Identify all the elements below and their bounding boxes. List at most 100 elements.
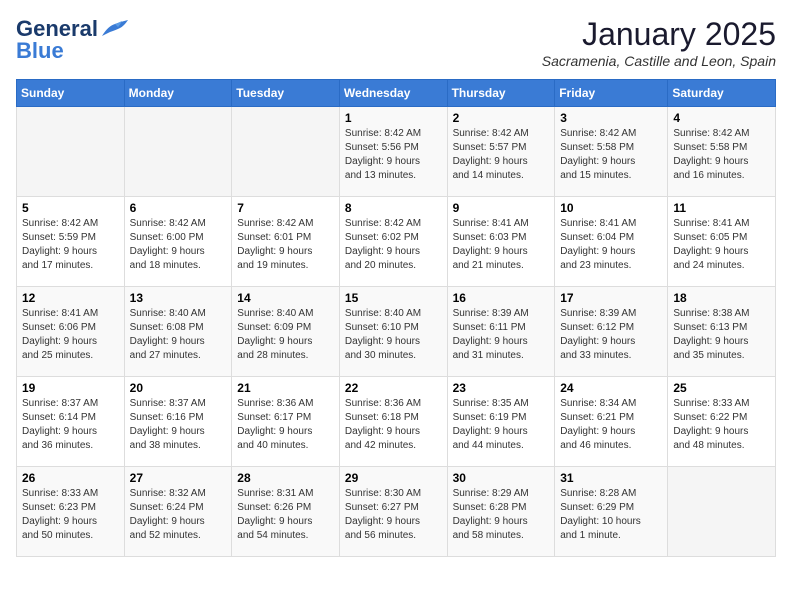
calendar-day-4: 4 Sunrise: 8:42 AM Sunset: 5:58 PM Daylig… — [668, 107, 776, 197]
logo-blue: Blue — [16, 38, 64, 64]
calendar-day-31: 31 Sunrise: 8:28 AM Sunset: 6:29 PM Dayli… — [555, 467, 668, 557]
weekday-header-tuesday: Tuesday — [232, 80, 340, 107]
day-number: 11 — [673, 201, 770, 215]
day-info: Sunrise: 8:35 AM Sunset: 6:19 PM Dayligh… — [453, 397, 550, 453]
calendar-empty-cell — [668, 467, 776, 557]
calendar-day-25: 25Sunrise: 8:33 AM Sunset: 6:22 PM Dayli… — [668, 377, 776, 467]
calendar-day-15: 15Sunrise: 8:40 AM Sunset: 6:10 PM Dayli… — [339, 287, 447, 377]
calendar-day-18: 18Sunrise: 8:38 AM Sunset: 6:13 PM Dayli… — [668, 287, 776, 377]
day-info: Sunrise: 8:30 AM Sunset: 6:27 PM Dayligh… — [345, 487, 442, 543]
day-info: Sunrise: 8:33 AM Sunset: 6:23 PM Dayligh… — [22, 487, 119, 543]
weekday-header-saturday: Saturday — [668, 80, 776, 107]
logo: General Blue — [16, 16, 130, 64]
calendar-day-28: 28Sunrise: 8:31 AM Sunset: 6:26 PM Dayli… — [232, 467, 340, 557]
day-number: 10 — [560, 201, 662, 215]
day-number: 7 — [237, 201, 334, 215]
day-info: Sunrise: 8:41 AM Sunset: 6:05 PM Dayligh… — [673, 217, 770, 273]
day-number: 5 — [22, 201, 119, 215]
calendar-day-21: 21 Sunrise: 8:36 AM Sunset: 6:17 PM Dayli… — [232, 377, 340, 467]
day-number: 16 — [453, 291, 550, 305]
calendar-empty-cell — [232, 107, 340, 197]
day-info: Sunrise: 8:42 AM Sunset: 6:00 PM Dayligh… — [130, 217, 227, 273]
calendar-week-row: 5 Sunrise: 8:42 AM Sunset: 5:59 PM Daylig… — [17, 197, 776, 287]
day-info: Sunrise: 8:42 AM Sunset: 5:58 PM Dayligh… — [560, 127, 662, 183]
day-info: Sunrise: 8:28 AM Sunset: 6:29 PM Dayligh… — [560, 487, 662, 543]
weekday-header-friday: Friday — [555, 80, 668, 107]
calendar-day-30: 30Sunrise: 8:29 AM Sunset: 6:28 PM Dayli… — [447, 467, 555, 557]
day-info: Sunrise: 8:40 AM Sunset: 6:10 PM Dayligh… — [345, 307, 442, 363]
calendar-empty-cell — [17, 107, 125, 197]
day-number: 23 — [453, 381, 550, 395]
calendar-day-17: 17 Sunrise: 8:39 AM Sunset: 6:12 PM Dayli… — [555, 287, 668, 377]
day-info: Sunrise: 8:41 AM Sunset: 6:04 PM Dayligh… — [560, 217, 662, 273]
calendar-week-row: 1 Sunrise: 8:42 AM Sunset: 5:56 PM Daylig… — [17, 107, 776, 197]
day-number: 9 — [453, 201, 550, 215]
day-info: Sunrise: 8:41 AM Sunset: 6:06 PM Dayligh… — [22, 307, 119, 363]
day-number: 1 — [345, 111, 442, 125]
day-number: 6 — [130, 201, 227, 215]
day-number: 26 — [22, 471, 119, 485]
day-info: Sunrise: 8:41 AM Sunset: 6:03 PM Dayligh… — [453, 217, 550, 273]
day-number: 29 — [345, 471, 442, 485]
day-number: 4 — [673, 111, 770, 125]
day-number: 8 — [345, 201, 442, 215]
calendar-week-row: 12 Sunrise: 8:41 AM Sunset: 6:06 PM Dayli… — [17, 287, 776, 377]
calendar-day-6: 6 Sunrise: 8:42 AM Sunset: 6:00 PM Daylig… — [124, 197, 232, 287]
weekday-header-monday: Monday — [124, 80, 232, 107]
day-info: Sunrise: 8:36 AM Sunset: 6:18 PM Dayligh… — [345, 397, 442, 453]
calendar-day-19: 19 Sunrise: 8:37 AM Sunset: 6:14 PM Dayli… — [17, 377, 125, 467]
day-info: Sunrise: 8:38 AM Sunset: 6:13 PM Dayligh… — [673, 307, 770, 363]
weekday-header-wednesday: Wednesday — [339, 80, 447, 107]
calendar-day-3: 3Sunrise: 8:42 AM Sunset: 5:58 PM Daylig… — [555, 107, 668, 197]
day-info: Sunrise: 8:39 AM Sunset: 6:12 PM Dayligh… — [560, 307, 662, 363]
day-number: 19 — [22, 381, 119, 395]
day-number: 31 — [560, 471, 662, 485]
calendar-day-13: 13Sunrise: 8:40 AM Sunset: 6:08 PM Dayli… — [124, 287, 232, 377]
day-number: 28 — [237, 471, 334, 485]
day-info: Sunrise: 8:42 AM Sunset: 5:57 PM Dayligh… — [453, 127, 550, 183]
day-info: Sunrise: 8:36 AM Sunset: 6:17 PM Dayligh… — [237, 397, 334, 453]
calendar-empty-cell — [124, 107, 232, 197]
day-info: Sunrise: 8:29 AM Sunset: 6:28 PM Dayligh… — [453, 487, 550, 543]
day-number: 24 — [560, 381, 662, 395]
calendar-day-20: 20Sunrise: 8:37 AM Sunset: 6:16 PM Dayli… — [124, 377, 232, 467]
weekday-header-sunday: Sunday — [17, 80, 125, 107]
subtitle: Sacramenia, Castille and Leon, Spain — [542, 53, 776, 69]
day-number: 14 — [237, 291, 334, 305]
calendar-day-16: 16Sunrise: 8:39 AM Sunset: 6:11 PM Dayli… — [447, 287, 555, 377]
day-number: 21 — [237, 381, 334, 395]
page-header: General Blue January 2025 Sacramenia, Ca… — [16, 16, 776, 69]
day-number: 27 — [130, 471, 227, 485]
day-number: 25 — [673, 381, 770, 395]
calendar-day-7: 7Sunrise: 8:42 AM Sunset: 6:01 PM Daylig… — [232, 197, 340, 287]
day-info: Sunrise: 8:42 AM Sunset: 5:56 PM Dayligh… — [345, 127, 442, 183]
calendar-day-12: 12 Sunrise: 8:41 AM Sunset: 6:06 PM Dayli… — [17, 287, 125, 377]
calendar-day-24: 24 Sunrise: 8:34 AM Sunset: 6:21 PM Dayli… — [555, 377, 668, 467]
day-number: 2 — [453, 111, 550, 125]
calendar-week-row: 26 Sunrise: 8:33 AM Sunset: 6:23 PM Dayli… — [17, 467, 776, 557]
title-section: January 2025 Sacramenia, Castille and Le… — [542, 16, 776, 69]
day-number: 12 — [22, 291, 119, 305]
calendar-day-8: 8 Sunrise: 8:42 AM Sunset: 6:02 PM Daylig… — [339, 197, 447, 287]
calendar-week-row: 19 Sunrise: 8:37 AM Sunset: 6:14 PM Dayli… — [17, 377, 776, 467]
day-info: Sunrise: 8:34 AM Sunset: 6:21 PM Dayligh… — [560, 397, 662, 453]
calendar-day-29: 29 Sunrise: 8:30 AM Sunset: 6:27 PM Dayli… — [339, 467, 447, 557]
calendar-day-10: 10 Sunrise: 8:41 AM Sunset: 6:04 PM Dayli… — [555, 197, 668, 287]
weekday-header-row: SundayMondayTuesdayWednesdayThursdayFrid… — [17, 80, 776, 107]
day-number: 13 — [130, 291, 227, 305]
day-info: Sunrise: 8:37 AM Sunset: 6:14 PM Dayligh… — [22, 397, 119, 453]
calendar-day-9: 9 Sunrise: 8:41 AM Sunset: 6:03 PM Daylig… — [447, 197, 555, 287]
calendar-table: SundayMondayTuesdayWednesdayThursdayFrid… — [16, 79, 776, 557]
day-info: Sunrise: 8:42 AM Sunset: 5:59 PM Dayligh… — [22, 217, 119, 273]
calendar-day-22: 22 Sunrise: 8:36 AM Sunset: 6:18 PM Dayli… — [339, 377, 447, 467]
calendar-day-11: 11 Sunrise: 8:41 AM Sunset: 6:05 PM Dayli… — [668, 197, 776, 287]
logo-bird-icon — [100, 18, 130, 40]
calendar-day-26: 26 Sunrise: 8:33 AM Sunset: 6:23 PM Dayli… — [17, 467, 125, 557]
day-number: 22 — [345, 381, 442, 395]
day-info: Sunrise: 8:42 AM Sunset: 6:02 PM Dayligh… — [345, 217, 442, 273]
day-info: Sunrise: 8:37 AM Sunset: 6:16 PM Dayligh… — [130, 397, 227, 453]
day-info: Sunrise: 8:42 AM Sunset: 5:58 PM Dayligh… — [673, 127, 770, 183]
main-title: January 2025 — [542, 16, 776, 53]
day-number: 17 — [560, 291, 662, 305]
calendar-day-1: 1 Sunrise: 8:42 AM Sunset: 5:56 PM Daylig… — [339, 107, 447, 197]
